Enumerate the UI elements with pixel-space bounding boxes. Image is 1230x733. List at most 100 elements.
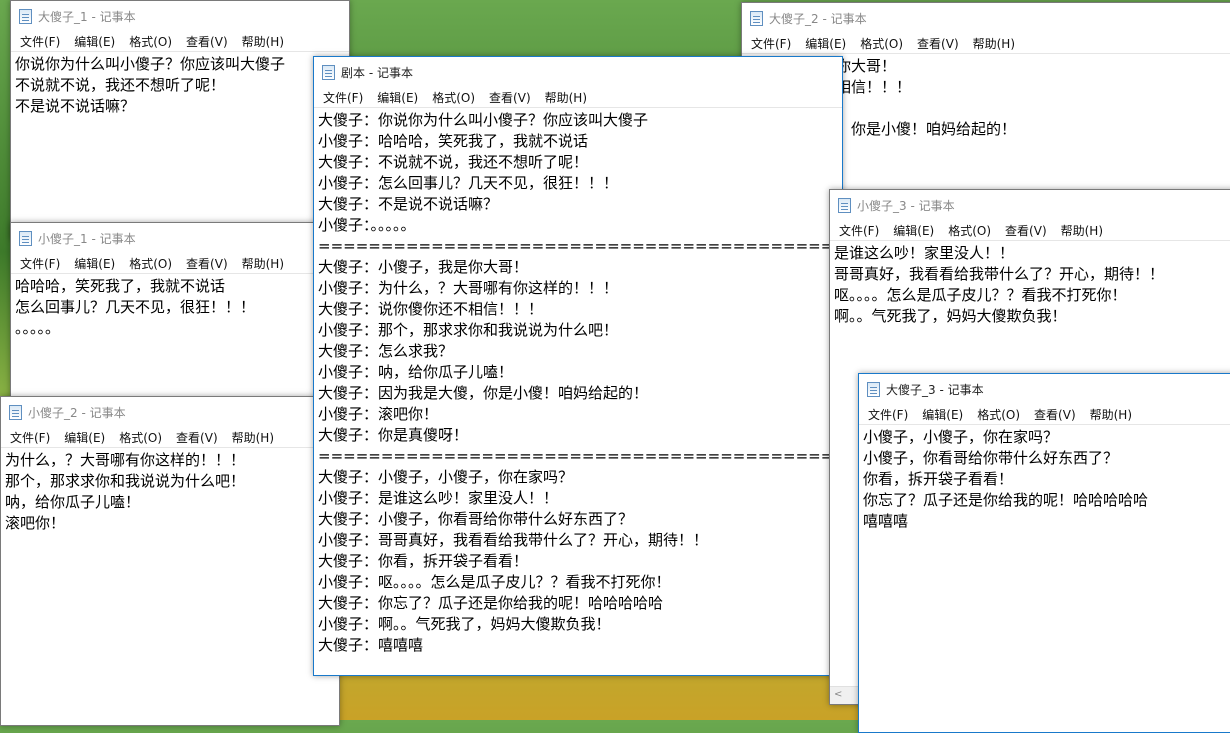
notepad-icon bbox=[19, 8, 32, 24]
menu-item-4[interactable]: 帮助(H) bbox=[235, 33, 291, 50]
menu-item-2[interactable]: 格式(O) bbox=[112, 429, 169, 446]
menu-item-0[interactable]: 文件(F) bbox=[13, 33, 67, 50]
text-line: 大傻子：你说你为什么叫小傻子？你应该叫大傻子 bbox=[318, 111, 649, 129]
notepad-window-script[interactable]: 剧本 - 记事本 文件(F) 编辑(E) 格式(O) 查看(V) 帮助(H) 大傻子：你… bbox=[313, 56, 843, 676]
menu-item-4[interactable]: 帮助(H) bbox=[235, 255, 291, 272]
text-line: 大傻子：嘻嘻嘻 bbox=[318, 636, 424, 654]
menu-item-4[interactable]: 帮助(H) bbox=[225, 429, 281, 446]
notepad-window-big1[interactable]: 大傻子_1 - 记事本 文件(F) 编辑(E) 格式(O) 查看(V) 帮助(H) 你说… bbox=[10, 0, 350, 240]
text-area[interactable]: 是谁这么吵！家里没人！！ 哥哥真好，我看看给我带什么了？开心，期待！！ 呕。。。。怎… bbox=[830, 241, 1230, 329]
menu-bar: 文件(F) 编辑(E) 格式(O) 查看(V) 帮助(H) bbox=[11, 253, 349, 274]
menu-item-1[interactable]: 编辑(E) bbox=[67, 255, 122, 272]
text-line: 小傻子：呐，给你瓜子儿嗑！ bbox=[318, 363, 514, 381]
text-line: 大傻子：不是说不说话嘛？ bbox=[318, 195, 499, 213]
text-line: 怎么回事儿？几天不见，很狂！！！ bbox=[15, 298, 256, 316]
text-line: 滚吧你！ bbox=[5, 514, 66, 532]
menu-item-0[interactable]: 文件(F) bbox=[13, 255, 67, 272]
notepad-window-small2[interactable]: 小傻子_2 - 记事本 文件(F) 编辑(E) 格式(O) 查看(V) 帮助(H) 为什… bbox=[0, 396, 340, 726]
text-line: 不说就不说，我还不想听了呢！ bbox=[15, 76, 226, 94]
menu-item-4[interactable]: 帮助(H) bbox=[538, 89, 594, 106]
menu-item-2[interactable]: 格式(O) bbox=[122, 33, 179, 50]
menu-item-2[interactable]: 格式(O) bbox=[941, 222, 998, 239]
notepad-icon bbox=[750, 10, 763, 26]
text-line: 大傻子：你看，拆开袋子看看！ bbox=[318, 552, 529, 570]
text-line: 大傻子：因为我是大傻，你是小傻！咱妈给起的！ bbox=[318, 384, 649, 402]
menu-bar: 文件(F) 编辑(E) 格式(O) 查看(V) 帮助(H) bbox=[830, 220, 1230, 241]
menu-item-3[interactable]: 查看(V) bbox=[169, 429, 225, 446]
menu-item-0[interactable]: 文件(F) bbox=[861, 406, 915, 423]
menu-item-1[interactable]: 编辑(E) bbox=[370, 89, 425, 106]
text-line: 为什么，？大哥哪有你这样的！！！ bbox=[5, 451, 246, 469]
notepad-window-small1[interactable]: 小傻子_1 - 记事本 文件(F) 编辑(E) 格式(O) 查看(V) 帮助(H) 哈哈… bbox=[10, 222, 350, 412]
title-bar[interactable]: 小傻子_1 - 记事本 bbox=[11, 223, 349, 253]
menu-bar: 文件(F) 编辑(E) 格式(O) 查看(V) 帮助(H) bbox=[859, 404, 1230, 425]
scroll-left-arrow-icon[interactable]: < bbox=[834, 689, 842, 700]
title-bar[interactable]: 剧本 - 记事本 bbox=[314, 57, 842, 87]
notepad-window-big3[interactable]: 大傻子_3 - 记事本 文件(F) 编辑(E) 格式(O) 查看(V) 帮助(H) 小傻… bbox=[858, 373, 1230, 733]
text-line: 大傻子：说你傻你还不相信！！！ bbox=[318, 300, 544, 318]
text-line: 哈哈哈，笑死我了，我就不说话 bbox=[15, 277, 226, 295]
menu-item-4[interactable]: 帮助(H) bbox=[1054, 222, 1110, 239]
menu-item-0[interactable]: 文件(F) bbox=[832, 222, 886, 239]
text-line: 呐，给你瓜子儿嗑！ bbox=[5, 493, 141, 511]
menu-item-3[interactable]: 查看(V) bbox=[910, 35, 966, 52]
text-line: 小傻子：怎么回事儿？几天不见，很狂！！！ bbox=[318, 174, 619, 192]
text-line: 大傻子：小傻子，我是你大哥！ bbox=[318, 258, 529, 276]
notepad-icon bbox=[9, 404, 22, 420]
notepad-icon bbox=[19, 230, 32, 246]
menu-item-3[interactable]: 查看(V) bbox=[179, 255, 235, 272]
title-bar[interactable]: 大傻子_2 - 记事本 bbox=[742, 3, 1230, 33]
window-title: 小傻子_3 - 记事本 bbox=[857, 198, 955, 213]
title-bar[interactable]: 小傻子_2 - 记事本 bbox=[1, 397, 339, 427]
menu-item-3[interactable]: 查看(V) bbox=[179, 33, 235, 50]
text-line: 小傻子：滚吧你！ bbox=[318, 405, 439, 423]
text-line: 你说你为什么叫小傻子？你应该叫大傻子 bbox=[15, 55, 286, 73]
text-line: 大傻子：小傻子，小傻子，你在家吗？ bbox=[318, 468, 574, 486]
text-line: 嘻嘻嘻 bbox=[863, 512, 909, 530]
notepad-icon bbox=[867, 381, 880, 397]
text-line: 小傻子，小傻子，你在家吗？ bbox=[863, 428, 1059, 446]
title-bar[interactable]: 大傻子_1 - 记事本 bbox=[11, 1, 349, 31]
menu-item-1[interactable]: 编辑(E) bbox=[67, 33, 122, 50]
menu-item-3[interactable]: 查看(V) bbox=[482, 89, 538, 106]
menu-item-1[interactable]: 编辑(E) bbox=[886, 222, 941, 239]
text-line: 大傻子：怎么求我？ bbox=[318, 342, 454, 360]
title-bar[interactable]: 大傻子_3 - 记事本 bbox=[859, 374, 1230, 404]
text-area[interactable]: 大傻子：你说你为什么叫小傻子？你应该叫大傻子 小傻子：哈哈哈，笑死我了，我就不说话… bbox=[314, 108, 842, 658]
menu-item-3[interactable]: 查看(V) bbox=[1027, 406, 1083, 423]
text-area[interactable]: 你说你为什么叫小傻子？你应该叫大傻子 不说就不说，我还不想听了呢！ 不是说不说话嘛？ bbox=[11, 52, 349, 119]
text-line: 那个，那求求你和我说说为什么吧！ bbox=[5, 472, 246, 490]
menu-item-2[interactable]: 格式(O) bbox=[970, 406, 1027, 423]
text-area[interactable]: 小傻子，小傻子，你在家吗？ 小傻子，你看哥给你带什么好东西了？ 你看，拆开袋子看看！… bbox=[859, 425, 1230, 534]
menu-item-0[interactable]: 文件(F) bbox=[316, 89, 370, 106]
text-line: 大傻子：小傻子，你看哥给你带什么好东西了？ bbox=[318, 510, 634, 528]
text-line: 你忘了？瓜子还是你给我的呢！哈哈哈哈哈 bbox=[863, 491, 1149, 509]
text-line: 大傻子：不说就不说，我还不想听了呢！ bbox=[318, 153, 589, 171]
text-line: 大傻子：你忘了？瓜子还是你给我的呢！哈哈哈哈哈 bbox=[318, 594, 664, 612]
menu-item-3[interactable]: 查看(V) bbox=[998, 222, 1054, 239]
menu-bar: 文件(F) 编辑(E) 格式(O) 查看(V) 帮助(H) bbox=[742, 33, 1230, 54]
menu-item-1[interactable]: 编辑(E) bbox=[57, 429, 112, 446]
menu-item-4[interactable]: 帮助(H) bbox=[966, 35, 1022, 52]
text-line: 小傻子：呕。。。。怎么是瓜子皮儿？？看我不打死你！ bbox=[318, 573, 671, 591]
text-line: 小傻子：哈哈哈，笑死我了，我就不说话 bbox=[318, 132, 589, 150]
text-line: 小傻子：那个，那求求你和我说说为什么吧！ bbox=[318, 321, 619, 339]
text-line: ========================================… bbox=[318, 237, 843, 255]
text-area[interactable]: 哈哈哈，笑死我了，我就不说话 怎么回事儿？几天不见，很狂！！！ 。。。。。 bbox=[11, 274, 349, 341]
menu-item-4[interactable]: 帮助(H) bbox=[1083, 406, 1139, 423]
notepad-icon bbox=[838, 197, 851, 213]
menu-item-2[interactable]: 格式(O) bbox=[122, 255, 179, 272]
title-bar[interactable]: 小傻子_3 - 记事本 bbox=[830, 190, 1230, 220]
menu-item-2[interactable]: 格式(O) bbox=[853, 35, 910, 52]
menu-item-1[interactable]: 编辑(E) bbox=[798, 35, 853, 52]
text-line: 小傻子：哥哥真好，我看看给我带什么了？开心，期待！！ bbox=[318, 531, 709, 549]
menu-item-0[interactable]: 文件(F) bbox=[3, 429, 57, 446]
menu-item-0[interactable]: 文件(F) bbox=[744, 35, 798, 52]
text-area[interactable]: 为什么，？大哥哪有你这样的！！！ 那个，那求求你和我说说为什么吧！ 呐，给你瓜子儿嗑… bbox=[1, 448, 339, 536]
menu-item-1[interactable]: 编辑(E) bbox=[915, 406, 970, 423]
window-title: 小傻子_1 - 记事本 bbox=[38, 231, 136, 246]
text-line: 小傻子，你看哥给你带什么好东西了？ bbox=[863, 449, 1119, 467]
menu-item-2[interactable]: 格式(O) bbox=[425, 89, 482, 106]
menu-bar: 文件(F) 编辑(E) 格式(O) 查看(V) 帮助(H) bbox=[11, 31, 349, 52]
text-line: 呕。。。。怎么是瓜子皮儿？？看我不打死你！ bbox=[834, 286, 1127, 304]
